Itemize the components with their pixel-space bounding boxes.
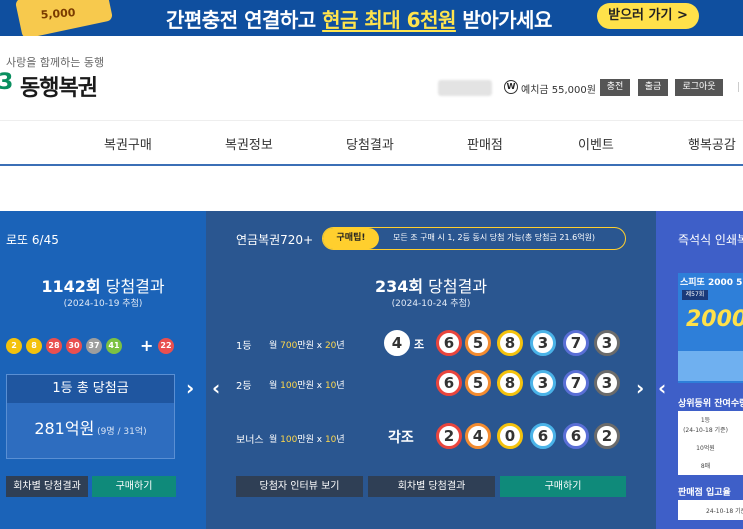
coupon-illustration: 5,000	[14, 0, 114, 36]
remaining-table: 1등 (24-10-18 기준) 10억원 8매	[678, 411, 743, 475]
instant-title: 즉석식 인쇄복권	[678, 233, 743, 247]
digit-ball: 2	[594, 423, 620, 449]
logout-button[interactable]: 로그아웃	[675, 79, 723, 96]
tip-text: 모든 조 구매 시 1, 2등 동시 당첨 가능(총 당첨금 21.6억원)	[393, 233, 596, 242]
jo-label: 조	[414, 338, 425, 351]
digit-ball: 6	[563, 423, 589, 449]
chevron-left-icon[interactable]: ‹	[212, 378, 220, 398]
rank-label: 2등	[236, 381, 252, 392]
pension-round-results-button[interactable]: 회차별 당첨결과	[368, 476, 495, 497]
digit-ball: 4	[465, 423, 491, 449]
lotto-ball: 8	[26, 338, 42, 354]
tip-label: 구매팁!	[323, 228, 379, 249]
digit-ball: 3	[530, 370, 556, 396]
chevron-right-icon[interactable]: ›	[186, 378, 194, 398]
rank-amount: 월 100만원 x 10년	[269, 435, 345, 445]
rank-amount: 월 100만원 x 10년	[269, 381, 345, 391]
pension-panel: ‹ 연금복권720+ 구매팁! 모든 조 구매 시 1, 2등 동시 당첨 가능…	[206, 211, 656, 529]
digit-ball: 6	[530, 423, 556, 449]
logo-slogan: 사랑을 함께하는 동행	[6, 56, 105, 69]
won-icon: W	[504, 80, 518, 94]
rank-label: 1등	[236, 341, 252, 352]
nav-happy[interactable]: 행복공감	[688, 134, 736, 153]
logo[interactable]: 동행복권	[20, 70, 98, 102]
prize-amount: 281억원 (9명 / 31억)	[34, 419, 147, 438]
header-divider	[738, 82, 739, 92]
banner-cta-button[interactable]: 받으러 가기 >	[597, 3, 699, 29]
gakjo-label: 각조	[388, 430, 414, 446]
pension-round-title: 234회 당첨결과	[374, 277, 488, 296]
user-name-blurred	[438, 80, 492, 96]
lotto-buy-button[interactable]: 구매하기	[92, 476, 176, 497]
nav-buy[interactable]: 복권구매	[104, 134, 152, 153]
prize-head: 1등 총 당첨금	[7, 375, 174, 403]
lotto-ball: 30	[66, 338, 82, 354]
deposit-balance: 예치금 55,000원	[521, 85, 596, 96]
withdraw-button[interactable]: 출금	[638, 79, 668, 96]
lotto-draw-date: (2024-10-19 추첨)	[63, 299, 143, 309]
promo-banner[interactable]: 5,000 간편충전 연결하고 현금 최대 6천원 받아가세요 받으러 가기 >	[0, 0, 743, 36]
digit-ball: 2	[436, 423, 462, 449]
nav-stores[interactable]: 판매점	[467, 134, 503, 153]
chevron-left-icon[interactable]: ‹	[658, 378, 666, 398]
lotto-ball: 2	[6, 338, 22, 354]
bonus-plus: +	[140, 336, 154, 355]
main-nav: 복권구매 복권정보 당첨결과 판매점 이벤트 행복공감	[0, 120, 743, 166]
rank-amount: 월 700만원 x 20년	[269, 341, 345, 351]
table-cell: 10억원	[696, 445, 715, 452]
chevron-right-icon[interactable]: ›	[636, 378, 644, 398]
digit-ball: 3	[594, 370, 620, 396]
logo-icon[interactable]: 3	[0, 70, 13, 95]
charge-button[interactable]: 충전	[600, 79, 630, 96]
digit-ball: 6	[436, 330, 462, 356]
nav-events[interactable]: 이벤트	[578, 134, 614, 153]
pension-buy-button[interactable]: 구매하기	[500, 476, 626, 497]
group-ball: 4	[384, 330, 410, 356]
nav-info[interactable]: 복권정보	[225, 134, 273, 153]
digit-ball: 3	[530, 330, 556, 356]
nav-results[interactable]: 당첨결과	[346, 134, 394, 153]
lotto-ball: 37	[86, 338, 102, 354]
lotto-title: 로또 6/45	[6, 233, 59, 247]
banner-highlight: 현금 최대 6천원	[322, 8, 456, 32]
digit-ball: 5	[465, 330, 491, 356]
digit-ball: 7	[563, 330, 589, 356]
digit-ball: 7	[563, 370, 589, 396]
lotto-ball: 28	[46, 338, 62, 354]
digit-ball: 8	[497, 370, 523, 396]
lotto-panel: 로또 6/45 1142회 당첨결과 (2024-10-19 추첨) 2 8 2…	[0, 211, 206, 529]
lotto-bonus-ball: 22	[158, 338, 174, 354]
speetto-title: 스피또 2000 57회	[680, 278, 743, 288]
rank-label: 보너스	[236, 435, 264, 446]
winner-interview-button[interactable]: 당첨자 인터뷰 보기	[236, 476, 363, 497]
purchase-tip: 구매팁! 모든 조 구매 시 1, 2등 동시 당첨 가능(총 당첨금 21.6…	[322, 227, 626, 250]
table-cell: 24-10-18 기준	[706, 508, 743, 515]
table-cell: 1등	[700, 417, 711, 424]
digit-ball: 3	[594, 330, 620, 356]
speetto-card[interactable]: 스피또 2000 57회 제57회 2000	[678, 273, 743, 383]
lotto-round-title: 1142회 당첨결과	[41, 277, 165, 296]
table-cell: (24-10-18 기준)	[683, 427, 728, 434]
coupon-text: 5,000	[40, 6, 76, 22]
digit-ball: 8	[497, 330, 523, 356]
lotto-prize-box: 1등 총 당첨금 281억원 (9명 / 31억)	[6, 374, 175, 459]
pension-draw-date: (2024-10-24 추첨)	[391, 299, 471, 309]
lotto-round-results-button[interactable]: 회차별 당첨결과	[6, 476, 88, 497]
digit-ball: 6	[436, 370, 462, 396]
speetto-round-badge: 제57회	[682, 290, 708, 300]
pension-title: 연금복권720+	[236, 233, 314, 247]
lotto-ball: 41	[106, 338, 122, 354]
store-stock-title: 판매점 입고율	[678, 488, 731, 498]
instant-panel: ‹ 즉석식 인쇄복권 스피또 2000 57회 제57회 2000 상위등위 잔…	[656, 211, 743, 529]
digit-ball: 5	[465, 370, 491, 396]
speetto-logo-text: 2000	[686, 307, 743, 332]
banner-text: 간편충전 연결하고 현금 최대 6천원 받아가세요	[166, 8, 552, 32]
digit-ball: 0	[497, 423, 523, 449]
store-stock-table: 24-10-18 기준	[678, 500, 743, 520]
table-cell: 8매	[700, 463, 711, 470]
speetto-ticket-art	[678, 351, 743, 381]
remaining-title: 상위등위 잔여수량	[678, 399, 743, 409]
